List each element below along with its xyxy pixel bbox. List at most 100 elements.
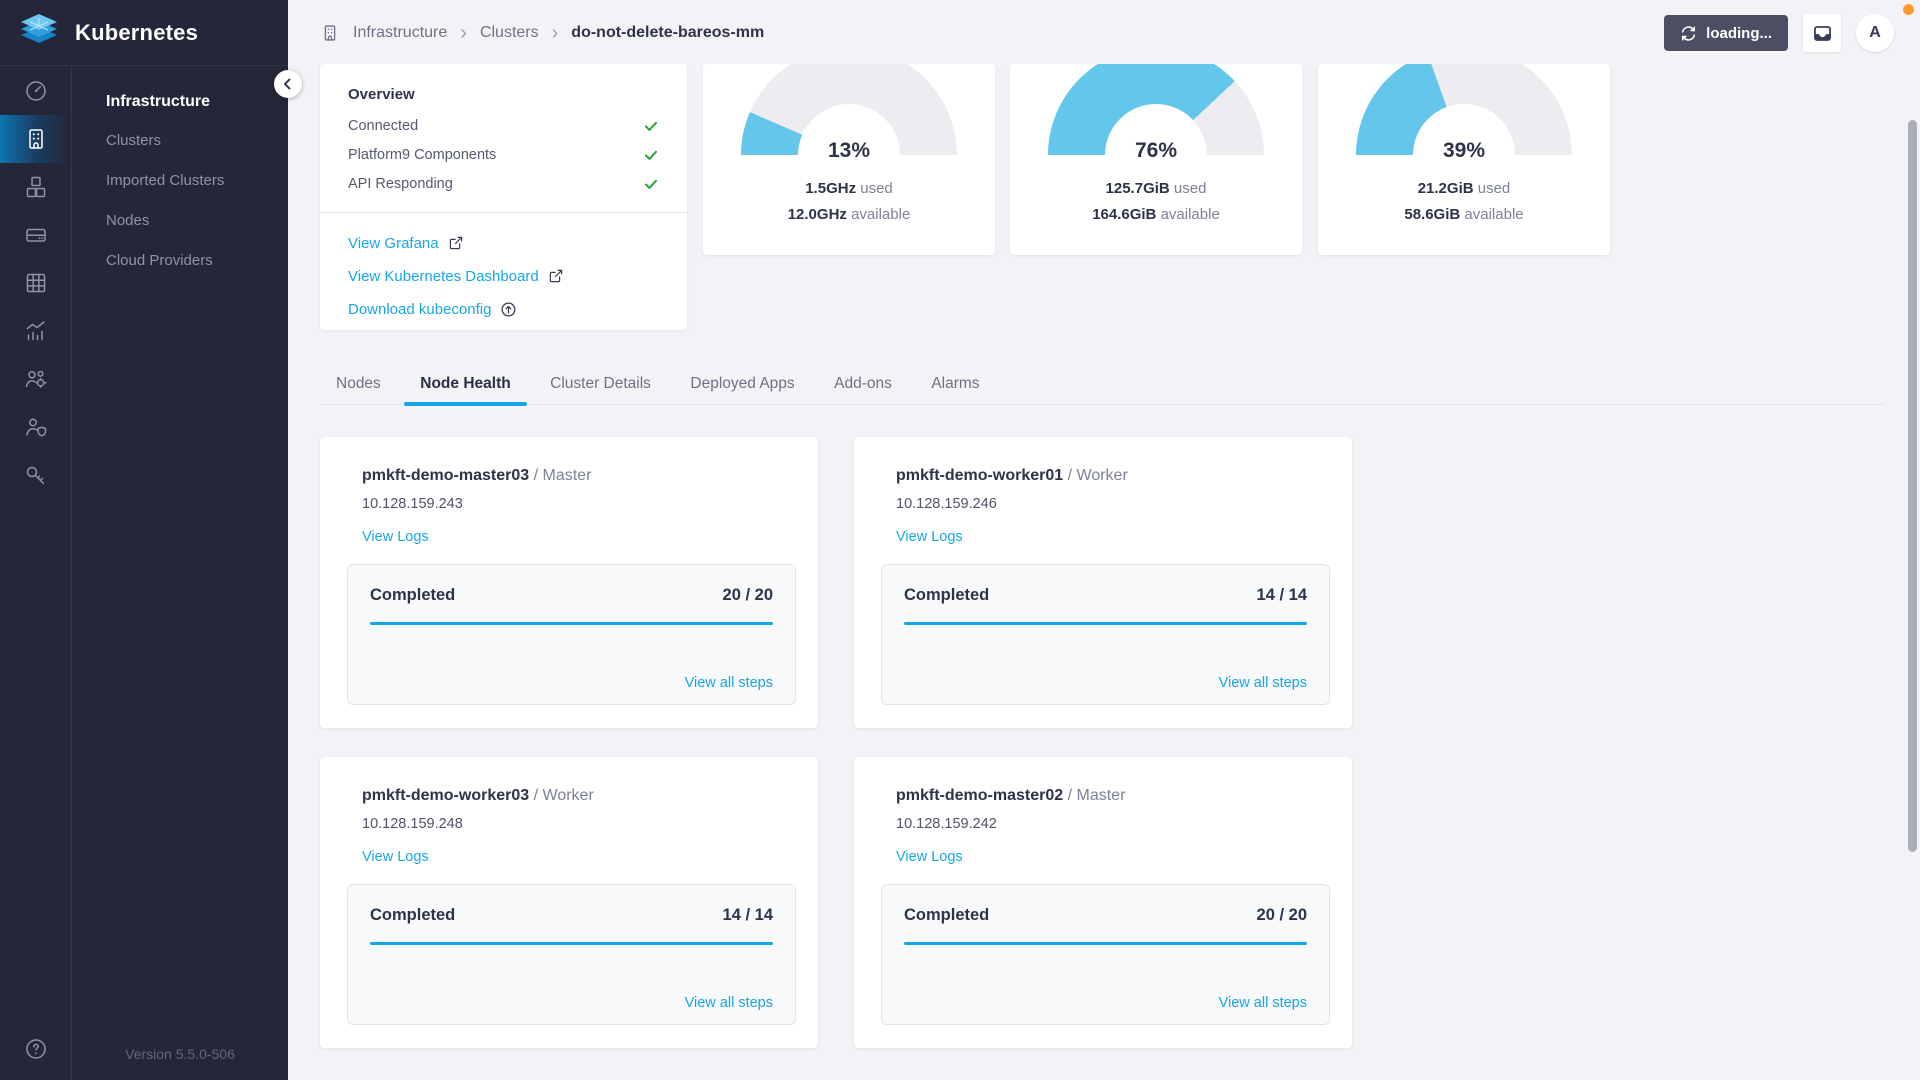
tab-alarms[interactable]: Alarms xyxy=(915,364,995,404)
product-title: Kubernetes xyxy=(75,20,198,46)
icon-rail xyxy=(0,67,72,1080)
node-title: pmkft-demo-master03 / Master xyxy=(362,467,796,485)
steps-status: Completed xyxy=(370,906,455,925)
node-title: pmkft-demo-worker03 / Worker xyxy=(362,787,796,805)
rail-item-infrastructure[interactable] xyxy=(0,115,71,163)
steps-progress-bar xyxy=(370,622,773,625)
overview-check-row: Platform9 Components xyxy=(320,140,687,169)
check-icon xyxy=(643,176,659,192)
view-logs-link[interactable]: View Logs xyxy=(362,529,429,545)
overview-check-row: API Responding xyxy=(320,169,687,198)
breadcrumb-clusters[interactable]: Clusters xyxy=(480,24,539,42)
storage-gauge-detail: 21.2GiB used 58.6GiB available xyxy=(1318,176,1610,228)
sidebar-item-imported-clusters[interactable]: Imported Clusters xyxy=(106,161,288,201)
node-title: pmkft-demo-worker01 / Worker xyxy=(896,467,1330,485)
view-all-steps-link[interactable]: View all steps xyxy=(1219,995,1307,1011)
sidebar-item-cloud-providers[interactable]: Cloud Providers xyxy=(106,241,288,281)
user-avatar[interactable]: A xyxy=(1856,14,1894,52)
apps-icon xyxy=(23,174,49,200)
node-card: pmkft-demo-worker01 / Worker 10.128.159.… xyxy=(854,437,1352,728)
overview-card: Overview Connected Platform9 Components … xyxy=(320,64,687,330)
node-card: pmkft-demo-worker03 / Worker 10.128.159.… xyxy=(320,757,818,1048)
storage-icon xyxy=(23,222,49,248)
cpu-gauge-card: 13% 1.5GHz used 12.0GHz available xyxy=(703,64,995,255)
view-grafana-link[interactable]: View Grafana xyxy=(348,233,659,253)
steps-status: Completed xyxy=(904,586,989,605)
rail-item-workloads[interactable] xyxy=(0,259,71,307)
check-label: Platform9 Components xyxy=(348,147,496,163)
breadcrumb-separator-icon: › xyxy=(552,25,559,41)
rail-item-monitoring[interactable] xyxy=(0,307,71,355)
steps-progress-bar xyxy=(370,942,773,945)
sidebar-item-nodes[interactable]: Nodes xyxy=(106,201,288,241)
sidebar-collapse-button[interactable] xyxy=(274,70,302,98)
rail-item-user-management[interactable] xyxy=(0,355,71,403)
node-card: pmkft-demo-master03 / Master 10.128.159.… xyxy=(320,437,818,728)
rail-item-access-profiles[interactable] xyxy=(0,403,71,451)
refresh-icon xyxy=(1680,25,1697,42)
rail-item-apps[interactable] xyxy=(0,163,71,211)
view-kubernetes-dashboard-link[interactable]: View Kubernetes Dashboard xyxy=(348,266,659,286)
node-ip: 10.128.159.243 xyxy=(362,496,796,512)
workloads-icon xyxy=(23,270,49,296)
vertical-scrollbar-thumb[interactable] xyxy=(1908,120,1917,852)
monitoring-icon xyxy=(23,318,49,344)
tab-deployed-apps[interactable]: Deployed Apps xyxy=(674,364,810,404)
sidebar-section-title: Infrastructure xyxy=(106,93,288,111)
check-label: Connected xyxy=(348,118,418,134)
rail-item-dashboard[interactable] xyxy=(0,67,71,115)
memory-gauge-percent: 76% xyxy=(1010,139,1302,163)
help-icon xyxy=(23,1036,49,1062)
top-bar: Infrastructure › Clusters › do-not-delet… xyxy=(288,0,1920,66)
view-logs-link[interactable]: View Logs xyxy=(896,849,963,865)
steps-status: Completed xyxy=(904,906,989,925)
cluster-tabs: Nodes Node Health Cluster Details Deploy… xyxy=(320,364,1885,405)
node-ip: 10.128.159.242 xyxy=(896,816,1330,832)
tab-add-ons[interactable]: Add-ons xyxy=(818,364,908,404)
tab-node-health[interactable]: Node Health xyxy=(404,364,526,404)
loading-button[interactable]: loading... xyxy=(1664,15,1788,51)
rail-item-help[interactable] xyxy=(0,1036,71,1062)
overview-links: View Grafana View Kubernetes Dashboard D… xyxy=(320,213,687,319)
notification-dot xyxy=(1903,4,1914,15)
download-kubeconfig-link[interactable]: Download kubeconfig xyxy=(348,299,659,319)
steps-progress-bar xyxy=(904,942,1307,945)
loading-button-label: loading... xyxy=(1706,25,1772,42)
view-logs-link[interactable]: View Logs xyxy=(362,849,429,865)
steps-count: 14 / 14 xyxy=(723,906,773,925)
inbox-button[interactable] xyxy=(1803,14,1841,52)
breadcrumb-infrastructure[interactable]: Infrastructure xyxy=(353,24,447,42)
dashboard-icon xyxy=(23,78,49,104)
view-logs-link[interactable]: View Logs xyxy=(896,529,963,545)
tab-cluster-details[interactable]: Cluster Details xyxy=(534,364,667,404)
inbox-tray-icon xyxy=(1812,23,1833,44)
view-all-steps-link[interactable]: View all steps xyxy=(685,675,773,691)
breadcrumb-separator-icon: › xyxy=(460,25,467,41)
steps-panel: Completed 20 / 20 View all steps xyxy=(347,564,796,705)
rail-item-api-keys[interactable] xyxy=(0,451,71,499)
infrastructure-icon xyxy=(23,126,49,152)
external-link-icon xyxy=(548,268,564,284)
overview-title: Overview xyxy=(320,64,687,111)
check-icon xyxy=(643,147,659,163)
steps-count: 20 / 20 xyxy=(1257,906,1307,925)
version-label: Version 5.5.0-506 xyxy=(72,1046,288,1062)
upload-circle-icon xyxy=(500,301,517,318)
node-ip: 10.128.159.248 xyxy=(362,816,796,832)
steps-count: 20 / 20 xyxy=(723,586,773,605)
storage-gauge-percent: 39% xyxy=(1318,139,1610,163)
rail-item-storage[interactable] xyxy=(0,211,71,259)
node-title: pmkft-demo-master02 / Master xyxy=(896,787,1330,805)
logo-bar: Kubernetes xyxy=(0,0,288,66)
view-all-steps-link[interactable]: View all steps xyxy=(685,995,773,1011)
link-label: Download kubeconfig xyxy=(348,301,491,318)
memory-gauge-card: 76% 125.7GiB used 164.6GiB available xyxy=(1010,64,1302,255)
storage-gauge-card: 39% 21.2GiB used 58.6GiB available xyxy=(1318,64,1610,255)
external-link-icon xyxy=(448,235,464,251)
chevron-left-icon xyxy=(281,77,295,91)
tab-nodes[interactable]: Nodes xyxy=(320,364,397,404)
api-keys-icon xyxy=(23,462,49,488)
view-all-steps-link[interactable]: View all steps xyxy=(1219,675,1307,691)
sidebar-item-clusters[interactable]: Clusters xyxy=(106,121,288,161)
link-label: View Grafana xyxy=(348,235,439,252)
